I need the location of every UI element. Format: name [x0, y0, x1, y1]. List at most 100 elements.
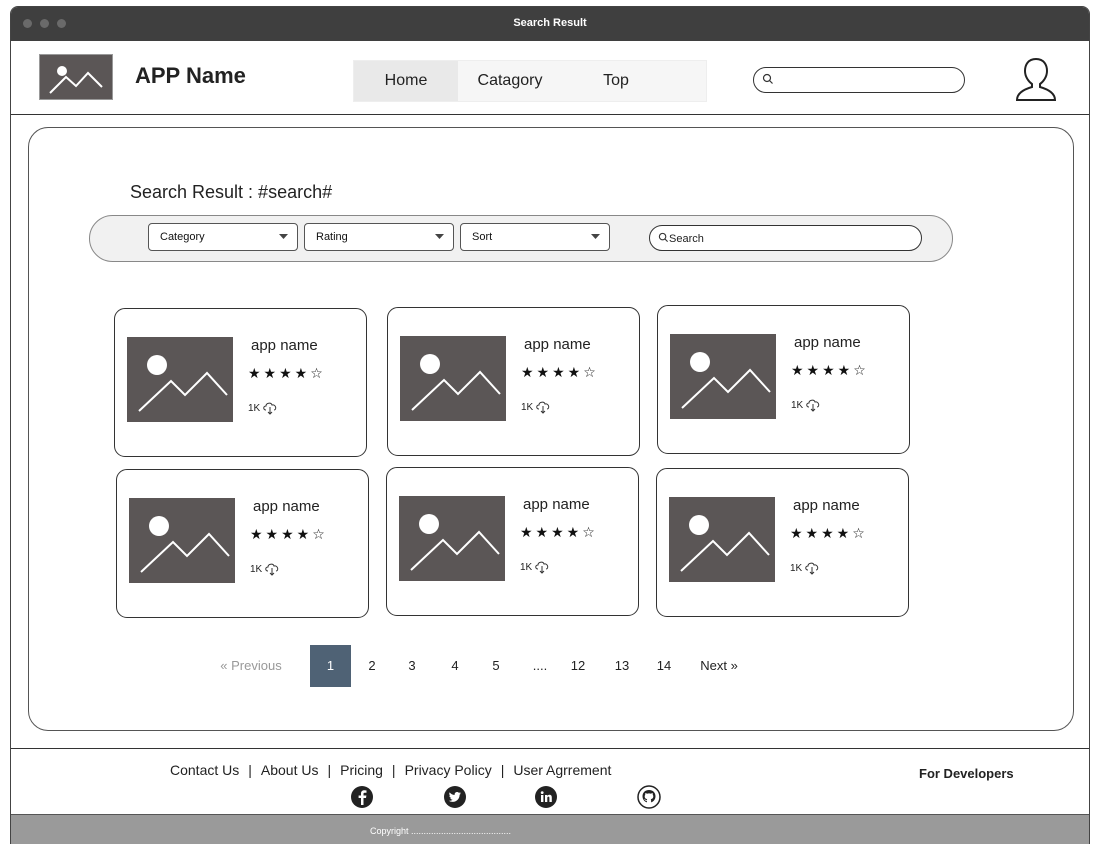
image-placeholder-icon [140, 516, 230, 573]
cloud-download-icon [806, 399, 820, 412]
linkedin-icon[interactable] [534, 785, 558, 809]
nav-home[interactable]: Home [354, 61, 458, 101]
app-name-title: APP Name [135, 63, 246, 88]
app-card-name: app name [794, 334, 861, 351]
page-ellipsis: .... [532, 658, 548, 673]
window-titlebar: Search Result [11, 7, 1089, 41]
page-button-12[interactable]: 12 [569, 645, 587, 687]
app-thumbnail [669, 497, 775, 582]
app-card[interactable]: app name ★★★★☆ 1K [657, 305, 910, 454]
star-rating: ★★★★☆ [250, 526, 328, 542]
app-card[interactable]: app name ★★★★☆ 1K [114, 308, 367, 457]
page-button-14[interactable]: 14 [655, 645, 673, 687]
app-card-name: app name [523, 496, 590, 513]
page-button-2[interactable]: 2 [364, 645, 380, 687]
footer-separator: | [327, 762, 332, 778]
footer-link-pricing[interactable]: Pricing [340, 762, 383, 778]
category-select-label: Category [160, 231, 205, 243]
filter-bar: Category Rating Sort [89, 215, 953, 262]
filter-search-input[interactable] [669, 230, 909, 247]
app-thumbnail [400, 336, 506, 421]
rating-select[interactable]: Rating [304, 223, 454, 251]
image-placeholder-icon [138, 355, 228, 412]
user-profile-icon[interactable] [1011, 55, 1061, 103]
search-results-panel: Search Result : #search# Category Rating… [28, 127, 1074, 731]
download-count-value: 1K [520, 561, 533, 573]
download-count-value: 1K [250, 563, 263, 575]
app-thumbnail [129, 498, 235, 583]
search-icon [658, 232, 669, 243]
footer-link-contact-us[interactable]: Contact Us [170, 762, 239, 778]
cloud-download-icon [265, 563, 279, 576]
download-count: 1K [790, 561, 820, 575]
footer-separator: | [500, 762, 505, 778]
cloud-download-icon [805, 562, 819, 575]
download-count-value: 1K [248, 402, 261, 414]
header-search [753, 67, 965, 93]
next-label: Next [700, 658, 727, 673]
star-rating: ★★★★☆ [521, 364, 599, 380]
previous-label: Previous [231, 658, 282, 673]
rating-select-label: Rating [316, 231, 348, 243]
app-card[interactable]: app name ★★★★☆ 1K [386, 467, 639, 616]
download-count: 1K [520, 560, 550, 574]
star-rating: ★★★★☆ [248, 365, 326, 381]
star-rating: ★★★★☆ [791, 362, 869, 378]
footer-link-about-us[interactable]: About Us [261, 762, 319, 778]
star-rating: ★★★★☆ [520, 524, 598, 540]
header-search-input[interactable] [776, 71, 956, 89]
download-count-value: 1K [521, 401, 534, 413]
app-thumbnail [670, 334, 776, 419]
footer-separator: | [248, 762, 252, 778]
main-nav: Home Catagory Top [353, 60, 707, 102]
top-navbar: APP Name Home Catagory Top [11, 41, 1089, 115]
download-count: 1K [248, 401, 278, 415]
app-window: Search Result APP Name Home Catagory Top [10, 6, 1090, 844]
page-title: Search Result : #search# [130, 182, 333, 202]
category-select[interactable]: Category [148, 223, 298, 251]
sort-select-label: Sort [472, 231, 493, 243]
app-card-name: app name [253, 498, 320, 515]
image-placeholder-icon [49, 66, 103, 94]
cloud-download-icon [536, 401, 550, 414]
app-logo[interactable] [39, 54, 113, 100]
nav-catagory[interactable]: Catagory [458, 61, 562, 101]
previous-page-button[interactable]: « Previous [211, 645, 291, 687]
copyright-bar: Copyright ..............................… [11, 814, 1089, 844]
cloud-download-icon [263, 402, 277, 415]
for-developers-link[interactable]: For Developers [919, 766, 1014, 781]
app-card-name: app name [524, 336, 591, 353]
app-card[interactable]: app name ★★★★☆ 1K [116, 469, 369, 618]
chevrons-right-icon: » [730, 658, 738, 673]
nav-top[interactable]: Top [574, 61, 658, 101]
page-button-13[interactable]: 13 [613, 645, 631, 687]
footer-link-privacy-policy[interactable]: Privacy Policy [405, 762, 492, 778]
download-count-value: 1K [790, 562, 803, 574]
window-title: Search Result [513, 17, 587, 29]
chevron-down-icon [435, 234, 444, 239]
twitter-icon[interactable] [443, 785, 467, 809]
github-icon[interactable] [637, 785, 661, 809]
filter-search [649, 225, 922, 251]
facebook-icon[interactable] [350, 785, 374, 809]
next-page-button[interactable]: Next » [691, 645, 747, 687]
app-card[interactable]: app name ★★★★☆ 1K [387, 307, 640, 456]
download-count: 1K [791, 398, 821, 412]
page-button-1[interactable]: 1 [310, 645, 351, 687]
chevron-down-icon [591, 234, 600, 239]
page-button-3[interactable]: 3 [404, 645, 420, 687]
page-button-4[interactable]: 4 [447, 645, 463, 687]
app-card-name: app name [793, 497, 860, 514]
cloud-download-icon [535, 561, 549, 574]
app-card[interactable]: app name ★★★★☆ 1K [656, 468, 909, 617]
image-placeholder-icon [680, 515, 770, 572]
download-count-value: 1K [791, 399, 804, 411]
sort-select[interactable]: Sort [460, 223, 610, 251]
page-button-5[interactable]: 5 [488, 645, 504, 687]
app-thumbnail [399, 496, 505, 581]
footer-link-user-agreement[interactable]: User Agrrement [513, 762, 611, 778]
pagination: « Previous 1 2 3 4 5 .... 12 13 14 Next … [29, 645, 1073, 689]
footer: Contact Us | About Us | Pricing | Privacy Poli… [11, 748, 1089, 844]
image-placeholder-icon [411, 354, 501, 411]
image-placeholder-icon [410, 514, 500, 571]
